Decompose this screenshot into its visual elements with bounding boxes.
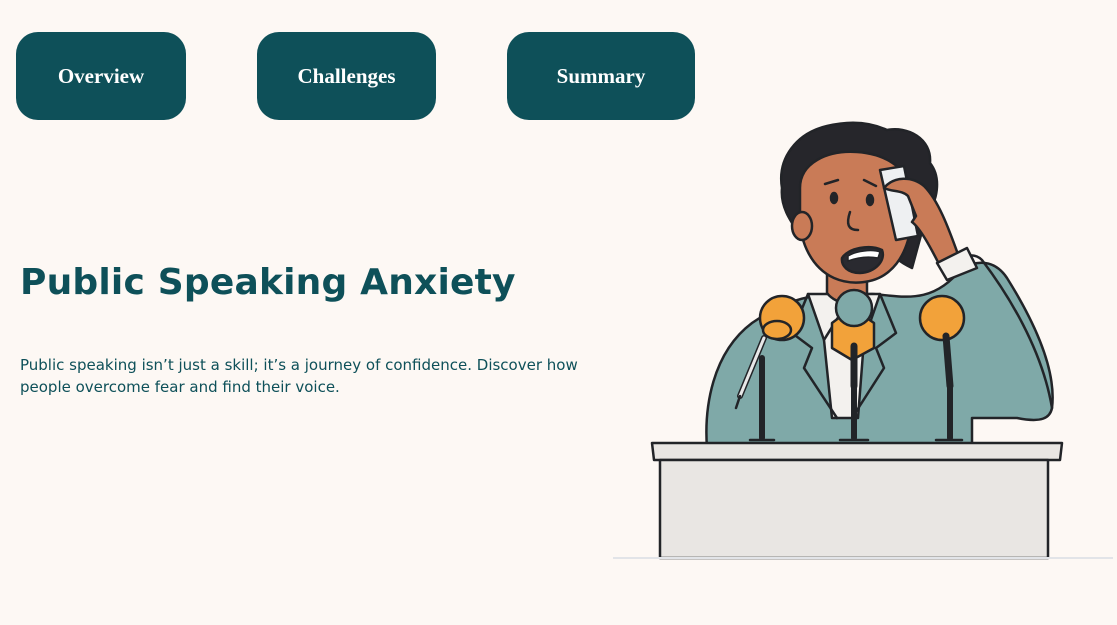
left-eye — [829, 191, 839, 205]
right-eye — [865, 193, 875, 207]
podium-top — [650, 441, 1064, 462]
page-title: Public Speaking Anxiety — [20, 262, 516, 303]
podium-body — [658, 458, 1050, 560]
challenges-button[interactable]: Challenges — [257, 32, 436, 120]
nervous-speaker-illustration — [650, 121, 1064, 560]
floor-line — [613, 557, 1113, 559]
ear — [790, 210, 814, 242]
overview-button[interactable]: Overview — [16, 32, 186, 120]
intro-text: Public speaking isn’t just a skill; it’s… — [20, 356, 578, 396]
summary-button[interactable]: Summary — [507, 32, 695, 120]
